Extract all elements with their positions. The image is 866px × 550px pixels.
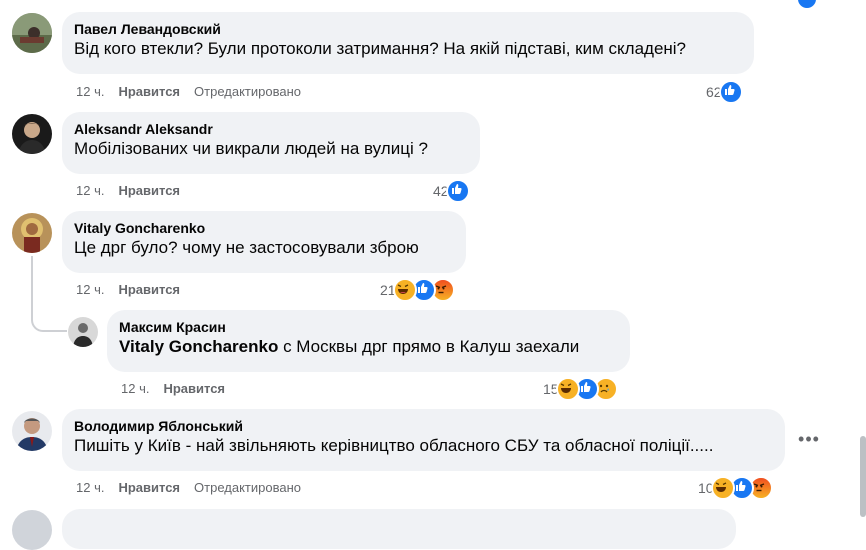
comment-time[interactable]: 12 ч. <box>76 480 104 495</box>
more-options-icon: ••• <box>798 429 820 449</box>
comment-time[interactable]: 12 ч. <box>121 381 149 396</box>
like-button[interactable]: Нравится <box>118 480 180 495</box>
like-button[interactable]: Нравится <box>118 183 180 198</box>
haha-icon <box>392 278 417 302</box>
comment-text: Vitaly Goncharenko с Москвы дрг прямо в … <box>119 336 618 358</box>
comment-bubble: Vitaly Goncharenko Це дрг було? чому не … <box>62 211 466 273</box>
avatar[interactable] <box>12 114 52 154</box>
comment-text: Мобілізованих чи викрали людей на вулиці… <box>74 139 428 158</box>
comment-text-body: с Москвы дрг прямо в Калуш заехали <box>278 337 580 356</box>
comment-text: Пишіть у Київ - най звільняють керівницт… <box>74 436 714 455</box>
like-button[interactable]: Нравится <box>118 84 180 99</box>
comment-bubble: Володимир Яблонський Пишіть у Київ - най… <box>62 409 785 471</box>
edited-label: Отредактировано <box>194 84 301 99</box>
comment-actions: 12 ч. Нравится Отредактировано <box>76 480 315 496</box>
comment-actions: 12 ч. Нравится <box>76 183 194 199</box>
comment-bubble: Павел Левандовский Від кого втекли? Були… <box>62 12 754 74</box>
like-icon <box>445 179 470 203</box>
avatar[interactable] <box>12 213 52 253</box>
reaction-summary[interactable]: 10 <box>698 476 773 500</box>
like-icon <box>796 0 818 10</box>
mention-link[interactable]: Vitaly Goncharenko <box>119 337 278 356</box>
like-button[interactable]: Нравится <box>118 282 180 297</box>
comment-time[interactable]: 12 ч. <box>76 282 104 297</box>
comment-author[interactable]: Aleksandr Aleksandr <box>74 120 468 138</box>
edited-label: Отредактировано <box>194 480 301 495</box>
reply-thread-line <box>31 256 67 332</box>
avatar[interactable] <box>12 411 52 451</box>
avatar[interactable] <box>12 510 52 550</box>
comment-text: Це дрг було? чому не застосовували зброю <box>74 238 419 257</box>
comment-author[interactable]: Володимир Яблонський <box>74 417 773 435</box>
reaction-summary[interactable]: 62 <box>706 80 743 104</box>
reaction-summary[interactable]: 15 <box>543 377 618 401</box>
comment-author[interactable]: Vitaly Goncharenko <box>74 219 454 237</box>
comment-actions: 12 ч. Нравится <box>121 381 239 397</box>
comment-time[interactable]: 12 ч. <box>76 84 104 99</box>
comment-bubble <box>62 509 736 549</box>
comment-text: Від кого втекли? Були протоколи затриман… <box>74 39 687 58</box>
haha-icon <box>555 377 580 401</box>
avatar[interactable] <box>12 13 52 53</box>
comment-author[interactable]: Максим Красин <box>119 318 618 336</box>
comment-time[interactable]: 12 ч. <box>76 183 104 198</box>
comment-actions: 12 ч. Нравится <box>76 282 194 298</box>
like-icon <box>718 80 743 104</box>
like-button[interactable]: Нравится <box>163 381 225 396</box>
reaction-summary[interactable]: 42 <box>433 179 470 203</box>
more-options-button[interactable]: ••• <box>795 425 823 453</box>
comment-bubble: Максим Красин Vitaly Goncharenko с Москв… <box>107 310 630 372</box>
reaction-summary[interactable]: 21 <box>380 278 455 302</box>
avatar[interactable] <box>68 317 98 347</box>
haha-icon <box>710 476 735 500</box>
comment-author[interactable]: Павел Левандовский <box>74 20 742 38</box>
comment-actions: 12 ч. Нравится Отредактировано <box>76 84 315 100</box>
comment-bubble: Aleksandr Aleksandr Мобілізованих чи вик… <box>62 112 480 174</box>
scrollbar-thumb[interactable] <box>860 436 866 517</box>
